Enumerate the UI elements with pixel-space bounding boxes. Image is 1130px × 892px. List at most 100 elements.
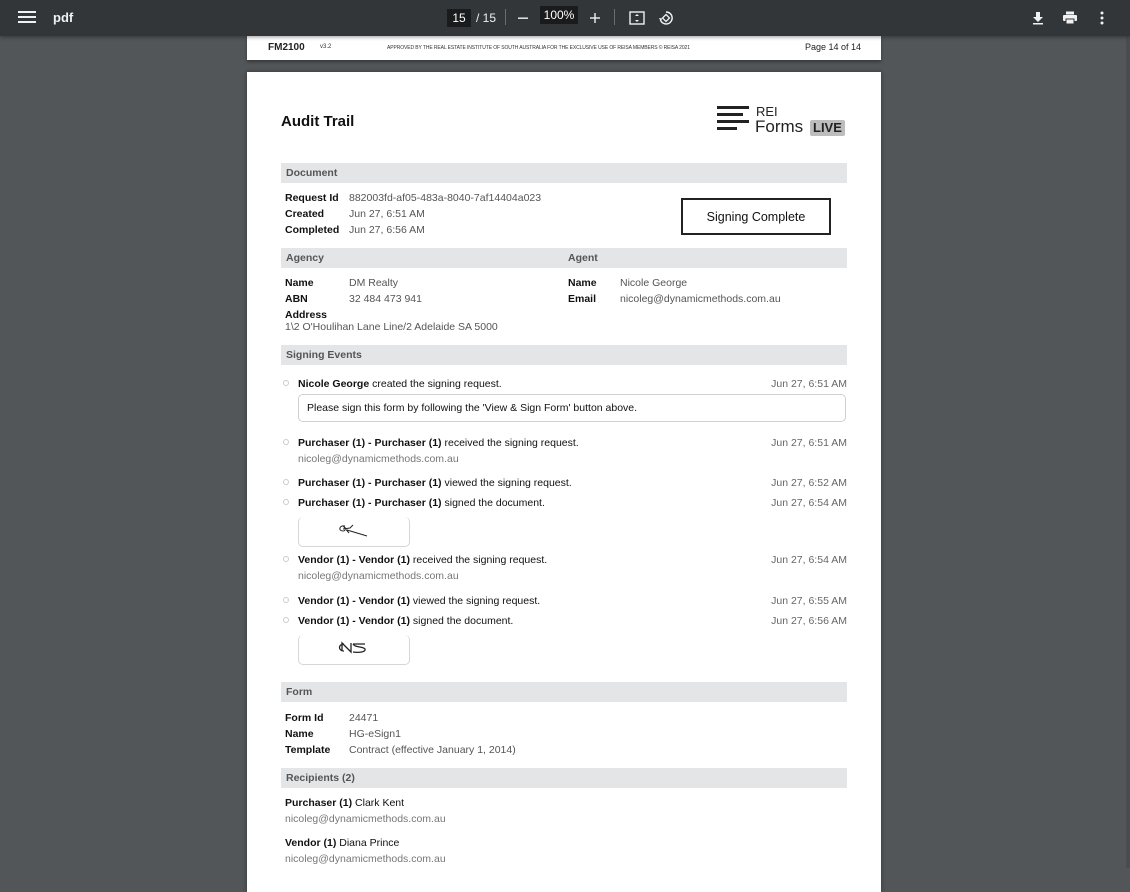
agent-email-label: Email [568,293,597,305]
zoom-out-button[interactable] [515,6,531,30]
rotate-button[interactable] [657,6,675,30]
event-action: viewed the signing request. [410,595,541,607]
form-version: v3.2 [320,44,332,50]
form-name-label: Name [285,728,314,740]
section-heading-agent: Agent [568,252,598,264]
event-action: created the signing request. [369,378,502,390]
form-id-value: 24471 [349,712,379,724]
recipient-role: Vendor (1) [285,837,337,849]
page-indicator: Page 14 of 14 [804,42,861,52]
event-time: Jun 27, 6:54 AM [771,497,847,509]
rotate-icon [659,11,673,25]
event-action: viewed the signing request. [441,477,572,489]
more-vert-icon [1100,11,1104,25]
completed-value: Jun 27, 6:56 AM [349,224,425,236]
event-time: Jun 27, 6:51 AM [771,378,847,390]
page-number-input[interactable]: 15 [447,9,471,27]
section-signing-events: Signing Events [281,345,847,365]
event-bullet-icon [283,556,289,562]
created-value: Jun 27, 6:51 AM [349,208,425,220]
template-label: Template [285,744,331,756]
event-action: received the signing request. [441,437,579,449]
event-action: signed the document. [441,497,545,509]
recipient-email: nicoleg@dynamicmethods.com.au [285,813,446,825]
event-item: Vendor (1) - Vendor (1) received the sig… [298,554,547,566]
fit-page-button[interactable] [628,6,646,30]
agent-name-label: Name [568,277,597,289]
form-name-value: HG-eSign1 [349,728,401,740]
page-selector: 15 / 15 [447,6,496,30]
event-time: Jun 27, 6:56 AM [771,615,847,627]
event-time: Jun 27, 6:52 AM [771,477,847,489]
agent-email-value: nicoleg@dynamicmethods.com.au [620,293,781,305]
previous-page-footer: FM2100 v3.2 APPROVED BY THE REAL ESTATE … [247,36,881,60]
event-time: Jun 27, 6:55 AM [771,595,847,607]
logo-forms: Forms [755,117,804,136]
more-options-button[interactable] [1094,6,1110,30]
event-actor: Purchaser (1) - Purchaser (1) [298,497,442,509]
minus-icon [518,17,528,19]
toolbar-divider [614,9,615,25]
event-time: Jun 27, 6:51 AM [771,437,847,449]
agent-name-value: Nicole George [620,277,688,289]
event-item: Vendor (1) - Vendor (1) signed the docum… [298,615,513,627]
event-actor: Vendor (1) - Vendor (1) [298,595,411,607]
template-value: Contract (effective January 1, 2014) [349,744,516,756]
event-actor: Vendor (1) - Vendor (1) [298,615,411,627]
logo-lines-icon [717,106,749,134]
event-item: Purchaser (1) - Purchaser (1) received t… [298,437,579,449]
form-id-label: Form Id [285,712,324,724]
recipient-name: Clark Kent [352,797,405,809]
approval-notice: APPROVED BY THE REAL ESTATE INSTITUTE OF… [387,45,690,51]
audit-trail-page: Audit Trail REI Forms LIVE Document Requ… [247,72,881,892]
section-agency-agent: Agency Agent [281,248,847,268]
rei-forms-live-logo: REI Forms LIVE [717,104,847,140]
event-actor: Nicole George [298,378,370,390]
event-bullet-icon [283,380,289,386]
recipient-item: Vendor (1) Diana Prince [285,837,399,849]
event-actor: Purchaser (1) - Purchaser (1) [298,437,442,449]
address-label: Address [285,309,328,321]
agency-name-label: Name [285,277,314,289]
download-icon [1033,12,1043,25]
vendor-signature [298,635,410,665]
section-heading: Document [286,167,338,179]
print-icon [1063,11,1077,25]
request-id-value: 882003fd-af05-483a-8040-7af14404a023 [349,192,542,204]
event-bullet-icon [283,479,289,485]
toolbar-divider [505,9,506,25]
signature-image [338,641,366,654]
event-bullet-icon [283,439,289,445]
zoom-level-input[interactable]: 100% [540,6,578,24]
event-message: Please sign this form by following the '… [298,394,846,422]
event-bullet-icon [283,617,289,623]
agency-name-value: DM Realty [349,277,399,289]
page-total: / 15 [476,11,497,25]
page-title: Audit Trail [281,113,355,130]
section-form: Form [281,682,847,702]
scrollbar[interactable] [1126,36,1130,868]
event-bullet-icon [283,597,289,603]
recipient-role: Purchaser (1) [285,797,353,809]
document-title: pdf [53,10,74,25]
event-action: signed the document. [410,615,514,627]
pdf-toolbar: pdf 15 / 15 100% [0,0,1130,36]
download-button[interactable] [1029,6,1047,30]
event-actor: Purchaser (1) - Purchaser (1) [298,477,442,489]
event-bullet-icon [283,499,289,505]
form-code: FM2100 [268,42,305,53]
section-heading: Form [286,686,313,698]
fit-page-icon [629,11,645,25]
menu-icon[interactable] [18,8,36,28]
completed-label: Completed [285,224,340,236]
signing-status-badge: Signing Complete [681,198,831,235]
signature-image [339,524,368,537]
event-item: Purchaser (1) - Purchaser (1) signed the… [298,497,545,509]
event-time: Jun 27, 6:54 AM [771,554,847,566]
print-button[interactable] [1061,6,1079,30]
event-email: nicoleg@dynamicmethods.com.au [298,453,459,465]
zoom-in-button[interactable] [587,6,603,30]
abn-value: 32 484 473 941 [349,293,422,305]
section-heading: Recipients (2) [286,772,355,784]
recipient-name: Diana Prince [336,837,400,849]
